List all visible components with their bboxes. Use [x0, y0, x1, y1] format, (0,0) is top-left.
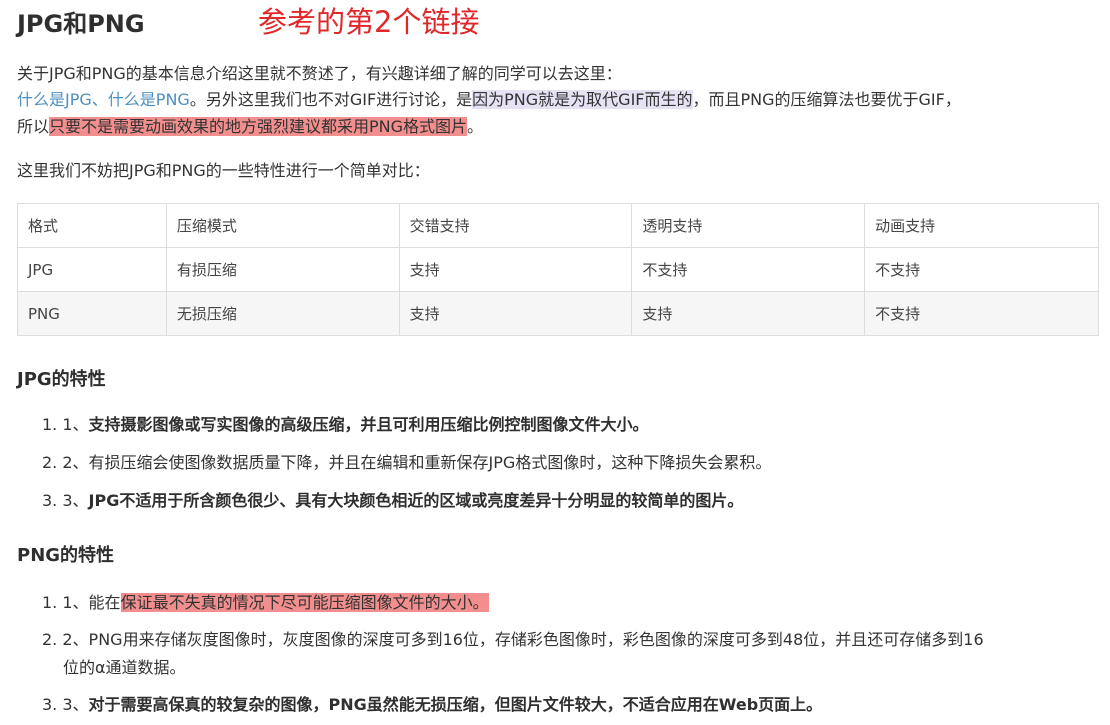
table-row: PNG 无损压缩 支持 支持 不支持 [17, 291, 1099, 336]
list-text: PNG用来存储灰度图像时，灰度图像的深度可多到16位，存储彩色图像时，彩色图像的… [88, 630, 984, 649]
table-header-cell: 交错支持 [398, 203, 633, 248]
intro-line-3: 所以只要不是需要动画效果的地方强烈建议都采用PNG格式图片。 [17, 115, 483, 139]
list-number: 3. [42, 491, 58, 510]
list-number: 1. [42, 593, 58, 612]
intro-line-1: 关于JPG和PNG的基本信息介绍这里就不赘述了，有兴趣详细了解的同学可以去这里： [17, 64, 622, 83]
list-item: 2. 2、有损压缩会使图像数据质量下降，并且在编辑和重新保存JPG格式图像时，这… [42, 451, 771, 475]
list-item: 1. 1、能在保证最不失真的情况下尽可能压缩图像文件的大小。 [42, 591, 489, 615]
list-item: 3. 3、对于需要高保真的较复杂的图像，PNG虽然能无损压缩，但图片文件较大，不… [42, 693, 822, 717]
table-header-row: 格式 压缩模式 交错支持 透明支持 动画支持 [17, 203, 1099, 248]
table-cell: 不支持 [631, 247, 866, 292]
list-text: 有损压缩会使图像数据质量下降，并且在编辑和重新保存JPG格式图像时，这种下降损失… [88, 453, 772, 472]
table-header-cell: 动画支持 [864, 203, 1099, 248]
jpg-features-heading: JPG的特性 [17, 369, 106, 390]
list-prefix: 1、 [62, 593, 89, 612]
list-text: 对于需要高保真的较复杂的图像，PNG虽然能无损压缩，但图片文件较大，不适合应用在… [88, 695, 823, 714]
table-row: JPG 有损压缩 支持 不支持 不支持 [17, 247, 1099, 292]
table-cell: 支持 [631, 291, 866, 336]
link-what-is-jpg[interactable]: 什么是JPG [17, 90, 92, 109]
list-text: JPG不适用于所含颜色很少、具有大块颜色相近的区域或亮度差异十分明显的较简单的图… [88, 491, 744, 510]
list-prefix: 1、 [62, 415, 89, 434]
table-cell: 不支持 [864, 291, 1099, 336]
intro-line3-end: 。 [467, 117, 484, 136]
highlight-use-png: 只要不是需要动画效果的地方强烈建议都采用PNG格式图片 [49, 117, 468, 136]
list-item: 3. 3、JPG不适用于所含颜色很少、具有大块颜色相近的区域或亮度差异十分明显的… [42, 489, 743, 513]
list-prefix: 2、 [62, 453, 89, 472]
table-header-cell: 压缩模式 [165, 203, 400, 248]
comparison-table: 格式 压缩模式 交错支持 透明支持 动画支持 JPG 有损压缩 支持 不支持 不… [17, 203, 1099, 336]
link-what-is-png[interactable]: 什么是PNG [108, 90, 190, 109]
list-number: 3. [42, 695, 58, 714]
list-text: 支持摄影图像或写实图像的高级压缩，并且可利用压缩比例控制图像文件大小。 [88, 415, 649, 434]
table-cell: 支持 [398, 291, 633, 336]
annotation-note: 参考的第2个链接 [258, 5, 480, 39]
table-cell: 无损压缩 [165, 291, 400, 336]
highlight-compress-size: 保证最不失真的情况下尽可能压缩图像文件的大小。 [120, 593, 489, 612]
table-cell: 支持 [398, 247, 633, 292]
table-header-cell: 透明支持 [631, 203, 866, 248]
highlight-png-replaces-gif: 因为PNG就是为取代GIF而生的 [472, 90, 693, 109]
intro-mid-text: 。另外这里我们也不对GIF进行讨论，是 [189, 90, 473, 109]
link-separator: 、 [91, 90, 108, 109]
list-text: 能在 [88, 593, 121, 612]
compare-intro: 这里我们不妨把JPG和PNG的一些特性进行一个简单对比： [17, 161, 430, 180]
list-item: 2. 2、PNG用来存储灰度图像时，灰度图像的深度可多到16位，存储彩色图像时，… [42, 628, 984, 652]
table-cell: 有损压缩 [165, 247, 400, 292]
list-prefix: 3、 [62, 695, 89, 714]
intro-line-2: 什么是JPG、什么是PNG。另外这里我们也不对GIF进行讨论，是因为PNG就是为… [17, 88, 961, 112]
list-prefix: 2、 [62, 630, 89, 649]
list-number: 2. [42, 630, 58, 649]
list-item-continuation: 位的α通道数据。 [63, 658, 186, 677]
list-number: 2. [42, 453, 58, 472]
page-title: JPG和PNG [17, 10, 145, 38]
list-prefix: 3、 [62, 491, 89, 510]
list-number: 1. [42, 415, 58, 434]
list-item: 1. 1、支持摄影图像或写实图像的高级压缩，并且可利用压缩比例控制图像文件大小。 [42, 413, 649, 437]
png-features-heading: PNG的特性 [17, 545, 115, 566]
table-cell: JPG [17, 247, 167, 292]
table-cell: 不支持 [864, 247, 1099, 292]
intro-line3-start: 所以 [17, 117, 50, 136]
intro-tail-text: ，而且PNG的压缩算法也要优于GIF， [692, 90, 961, 109]
table-header-cell: 格式 [17, 203, 167, 248]
table-cell: PNG [17, 291, 167, 336]
